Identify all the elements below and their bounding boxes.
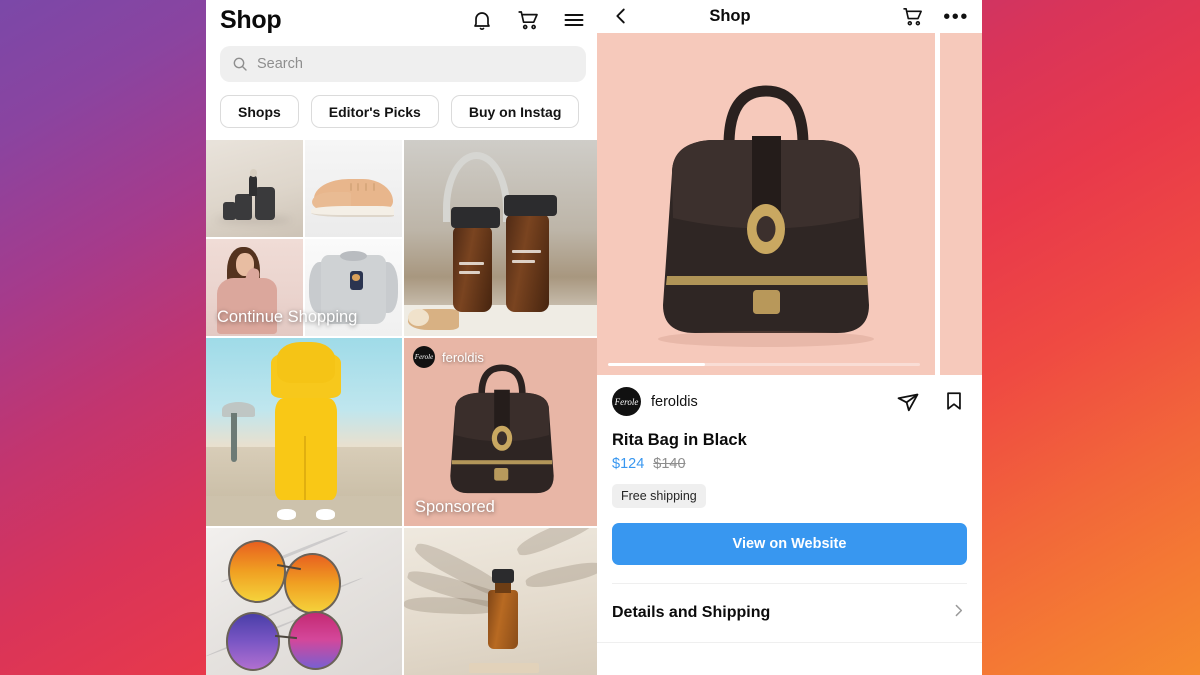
view-on-website-button[interactable]: View on Website	[612, 523, 967, 565]
share-paper-plane-icon[interactable]	[896, 390, 920, 414]
bell-icon[interactable]	[470, 8, 494, 32]
price-row: $124 $140	[612, 456, 967, 472]
product-hero-image[interactable]	[597, 33, 935, 375]
chip-shops[interactable]: Shops	[220, 95, 299, 128]
left-header: Shop	[206, 0, 600, 40]
right-header: Shop •••	[597, 0, 982, 33]
current-price: $124	[612, 456, 645, 472]
product-name: Rita Bag in Black	[612, 431, 747, 449]
candles-image	[206, 140, 303, 237]
filter-chip-row: Shops Editor's Picks Buy on Instag	[206, 82, 600, 140]
chip-editors-picks[interactable]: Editor's Picks	[310, 95, 439, 128]
search-placeholder: Search	[257, 56, 303, 72]
hamburger-menu-icon[interactable]	[562, 8, 586, 32]
collage-cell-candles	[206, 140, 303, 237]
carousel-next-preview[interactable]	[940, 33, 982, 375]
divider	[597, 642, 982, 643]
tracksuit-image	[206, 338, 402, 526]
right-phone-screen: Shop ••• Ferole feroldis Rita Bag in Bla…	[597, 0, 982, 675]
dropper-bottle-image	[404, 528, 600, 675]
page-title: Shop	[220, 5, 282, 34]
cart-icon[interactable]	[516, 8, 540, 32]
original-price: $140	[653, 456, 686, 472]
ellipsis-icon[interactable]: •••	[943, 7, 969, 27]
left-phone-screen: Shop Search Shops Editor's Picks Buy on …	[206, 0, 600, 675]
status-badge-free-shipping: Free shipping	[612, 484, 706, 508]
spray-bottles-image	[404, 140, 600, 336]
avatar-monogram: Ferole	[614, 396, 639, 407]
tile-sunglasses[interactable]	[206, 528, 402, 675]
details-and-shipping-row[interactable]: Details and Shipping	[597, 584, 982, 642]
avatar[interactable]: Ferole	[612, 387, 641, 416]
tile-label-sponsored: Sponsored	[415, 498, 495, 516]
sunglasses-image	[206, 528, 402, 675]
collage-cell-sneaker	[305, 140, 402, 237]
product-actions	[896, 390, 967, 414]
tile-spray-bottles[interactable]	[404, 140, 600, 336]
tile-dropper-bottle[interactable]	[404, 528, 600, 675]
product-image-carousel[interactable]	[597, 33, 982, 375]
bookmark-icon[interactable]	[943, 390, 967, 414]
right-page-title: Shop	[709, 7, 751, 25]
tile-yellow-tracksuit[interactable]	[206, 338, 402, 526]
search-container: Search	[206, 40, 600, 82]
sponsored-account-row[interactable]: Ferole feroldis	[413, 346, 484, 368]
chevron-right-icon	[950, 602, 967, 624]
seller-handle[interactable]: feroldis	[651, 394, 698, 410]
cart-icon[interactable]	[901, 5, 925, 29]
sponsored-account-name: feroldis	[442, 349, 484, 365]
collage-grid	[206, 140, 402, 336]
left-header-actions	[470, 8, 586, 32]
search-input[interactable]: Search	[220, 46, 586, 82]
tile-label-continue-shopping: Continue Shopping	[217, 308, 358, 326]
seller-row: Ferole feroldis	[612, 387, 967, 416]
tile-continue-shopping[interactable]: Continue Shopping	[206, 140, 402, 336]
search-icon	[232, 56, 248, 72]
chip-buy-on-instagram[interactable]: Buy on Instag	[450, 95, 580, 128]
sneaker-image	[305, 140, 402, 237]
carousel-progress-bar[interactable]	[608, 363, 920, 366]
avatar: Ferole	[413, 346, 435, 368]
shop-grid: Continue Shopping Ferole feroldis Sponso…	[206, 140, 600, 675]
chevron-left-icon[interactable]	[610, 5, 634, 29]
product-details: Ferole feroldis Rita Bag in Black $124 $…	[597, 375, 982, 584]
handbag-graphic	[658, 85, 874, 347]
details-and-shipping-label: Details and Shipping	[612, 604, 771, 621]
tile-sponsored-bag[interactable]: Ferole feroldis Sponsored	[404, 338, 600, 526]
carousel-progress-fill	[608, 363, 705, 366]
